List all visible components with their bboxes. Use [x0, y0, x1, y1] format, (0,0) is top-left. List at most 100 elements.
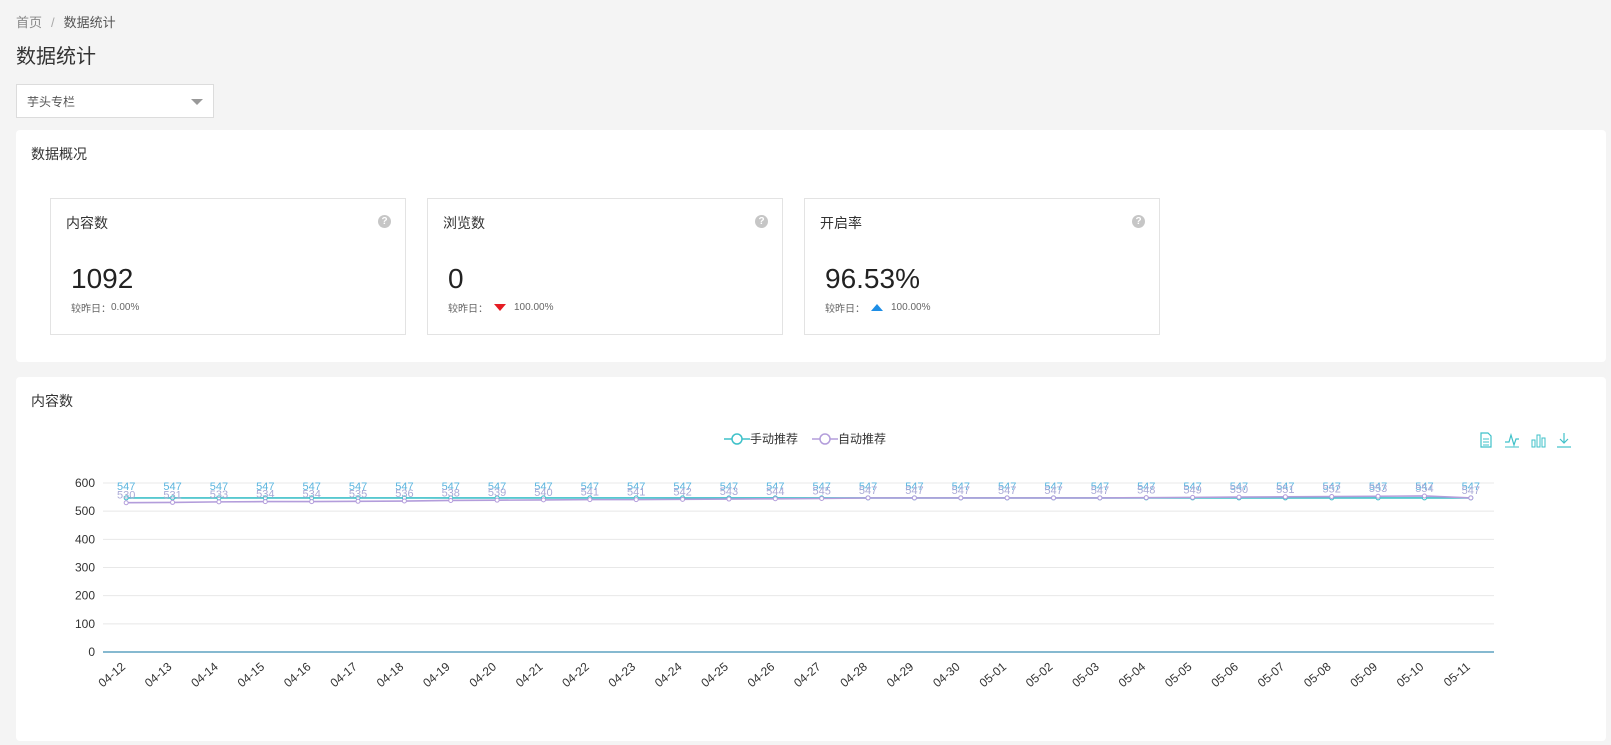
- x-tick-label: 04-21: [513, 659, 546, 690]
- x-tick-label: 04-12: [96, 659, 129, 690]
- x-tick-label: 04-19: [420, 659, 453, 690]
- data-label: 530: [117, 490, 135, 502]
- breadcrumb-current: 数据统计: [63, 15, 116, 30]
- compare-change: 100.00%: [891, 302, 931, 313]
- x-tick-label: 04-15: [235, 659, 268, 690]
- data-label: 536: [395, 488, 413, 500]
- x-tick-label: 05-05: [1162, 659, 1195, 690]
- overview-title: 数据概况: [31, 146, 87, 162]
- data-label: 547: [1091, 485, 1109, 497]
- x-tick-label: 04-23: [606, 659, 639, 690]
- data-label: 548: [1137, 485, 1155, 497]
- y-tick-label: 500: [75, 504, 95, 518]
- stat-label: 浏览数: [443, 215, 485, 231]
- data-label: 547: [859, 485, 877, 497]
- x-tick-label: 04-22: [559, 659, 592, 690]
- compare-change: 0.00%: [111, 302, 140, 313]
- x-tick-label: 04-27: [791, 659, 824, 690]
- question-circle-icon[interactable]: ?: [378, 215, 391, 228]
- page-title: 数据统计: [16, 46, 96, 68]
- stat-compare: 较昨日： 100.00%: [448, 300, 553, 315]
- stat-compare: 较昨日： 0.00%: [71, 300, 139, 315]
- chevron-down-icon: [191, 99, 203, 105]
- data-label: 549: [1183, 484, 1201, 496]
- stat-label: 开启率: [820, 215, 862, 231]
- data-label: 550: [1230, 484, 1248, 496]
- x-tick-label: 04-26: [745, 659, 778, 690]
- overview-panel: 数据概况 内容数 ? 1092 较昨日： 0.00% 浏览数 ? 0 较昨日： …: [16, 130, 1606, 362]
- stat-card-views: 浏览数 ? 0 较昨日： 100.00%: [427, 198, 783, 335]
- column-select-value: 芋头专栏: [27, 94, 76, 109]
- data-label: 551: [1276, 484, 1294, 496]
- stat-value: 96.53%: [825, 263, 920, 294]
- compare-label: 较昨日：: [825, 304, 865, 315]
- stat-value: 1092: [71, 263, 134, 294]
- x-tick-label: 04-13: [142, 659, 175, 690]
- x-tick-label: 04-29: [884, 659, 917, 690]
- x-tick-label: 05-04: [1116, 659, 1149, 690]
- x-tick-label: 05-07: [1255, 659, 1288, 690]
- x-tick-label: 05-08: [1301, 659, 1334, 690]
- data-label: 534: [302, 489, 320, 501]
- data-label: 541: [627, 487, 645, 499]
- x-tick-label: 04-25: [698, 659, 731, 690]
- x-tick-label: 05-02: [1023, 659, 1056, 690]
- compare-change: 100.00%: [514, 302, 554, 313]
- y-tick-label: 0: [88, 645, 95, 659]
- y-tick-label: 100: [75, 617, 95, 631]
- data-label: 533: [210, 489, 228, 501]
- trend-up-icon: [871, 304, 883, 311]
- data-label: 535: [349, 488, 367, 500]
- content-count-chart-panel: 内容数 手动推荐 自动推荐 0 100 200 300 400 500 600 04-12 04…: [16, 377, 1606, 741]
- compare-label: 较昨日：: [71, 304, 111, 315]
- data-label: 554: [1415, 483, 1433, 495]
- series-line-1: [126, 495, 1471, 504]
- x-tick-label: 04-17: [327, 659, 360, 690]
- x-tick-label: 05-06: [1208, 659, 1241, 690]
- x-tick-label: 05-11: [1441, 659, 1473, 689]
- breadcrumb-home[interactable]: 首页: [16, 15, 42, 30]
- x-tick-label: 05-09: [1347, 659, 1380, 690]
- data-label: 534: [256, 489, 274, 501]
- data-label: 547: [952, 485, 970, 497]
- x-tick-label: 04-14: [188, 659, 221, 690]
- data-label: 552: [1323, 484, 1341, 496]
- data-label: 541: [581, 487, 599, 499]
- data-label: 542: [673, 486, 691, 498]
- y-tick-label: 400: [75, 532, 95, 546]
- data-label: 547: [998, 485, 1016, 497]
- compare-label: 较昨日：: [448, 304, 488, 315]
- data-label: 539: [488, 487, 506, 499]
- stat-value: 0: [448, 263, 464, 294]
- x-tick-label: 04-18: [374, 659, 407, 690]
- data-label: 544: [766, 486, 784, 498]
- stat-card-content-count: 内容数 ? 1092 较昨日： 0.00%: [50, 198, 406, 335]
- data-label: 540: [534, 487, 552, 499]
- y-tick-label: 600: [75, 476, 95, 490]
- stat-compare: 较昨日： 100.00%: [825, 300, 930, 315]
- content-count-line-chart: 0 100 200 300 400 500 600 04-12 04-13 04-14 04-15 0…: [75, 476, 1494, 690]
- data-label: 531: [163, 489, 181, 501]
- breadcrumb: 首页 / 数据统计: [16, 12, 116, 31]
- x-tick-label: 04-20: [467, 659, 500, 690]
- stat-label: 内容数: [66, 215, 108, 231]
- data-label: 547: [905, 485, 923, 497]
- column-select[interactable]: 芋头专栏: [16, 84, 214, 118]
- x-tick-label: 05-10: [1394, 659, 1427, 690]
- question-circle-icon[interactable]: ?: [755, 215, 768, 228]
- data-label: 545: [813, 485, 831, 497]
- x-tick-label: 05-03: [1069, 659, 1102, 690]
- x-tick-label: 04-16: [281, 659, 314, 690]
- data-label: 547: [1462, 485, 1480, 497]
- x-tick-label: 04-24: [652, 659, 685, 690]
- trend-down-icon: [494, 304, 506, 311]
- stat-card-open-rate: 开启率 ? 96.53% 较昨日： 100.00%: [804, 198, 1160, 335]
- data-label: 538: [442, 487, 460, 499]
- x-tick-label: 05-01: [977, 659, 1010, 690]
- question-circle-icon[interactable]: ?: [1132, 215, 1145, 228]
- data-label: 553: [1369, 483, 1387, 495]
- x-tick-label: 04-28: [837, 659, 870, 690]
- breadcrumb-separator: /: [51, 15, 55, 30]
- x-tick-label: 04-30: [930, 659, 963, 690]
- y-tick-label: 300: [75, 561, 95, 575]
